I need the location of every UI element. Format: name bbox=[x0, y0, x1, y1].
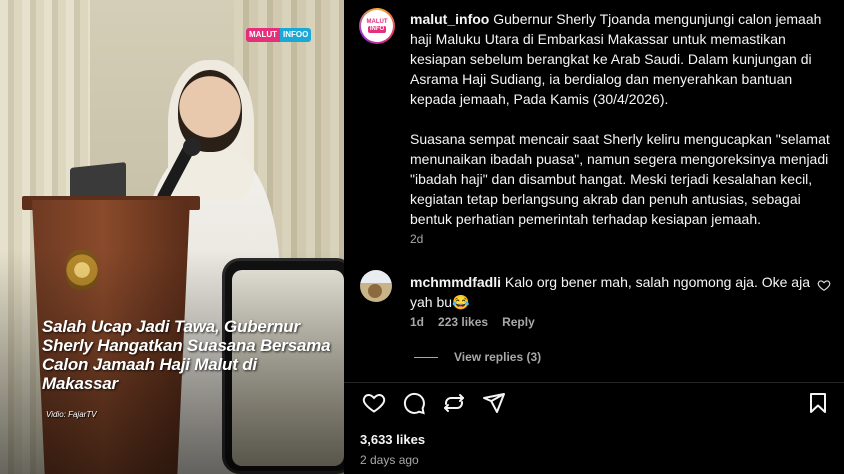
view-replies-label: View replies (3) bbox=[454, 350, 542, 364]
comment-text: mchmmdfadli Kalo org bener mah, salah ng… bbox=[410, 272, 810, 312]
bookmark-icon[interactable] bbox=[806, 391, 830, 415]
avatar-logo-bottom: INFO bbox=[367, 26, 387, 33]
heart-icon[interactable] bbox=[362, 391, 386, 415]
author-avatar[interactable]: MALUT INFO bbox=[359, 8, 395, 44]
comment-icon[interactable] bbox=[402, 391, 426, 415]
post-date[interactable]: 2 days ago bbox=[360, 453, 419, 467]
actions-divider bbox=[344, 382, 844, 383]
caption-timestamp[interactable]: 2d bbox=[410, 232, 423, 246]
post-caption: malut_infoo Gubernur Sherly Tjoanda meng… bbox=[410, 9, 830, 229]
commenter-username[interactable]: mchmmdfadli bbox=[410, 274, 501, 290]
media-credit: Vidio: FajarTV bbox=[46, 410, 97, 419]
media-headline: Salah Ucap Jadi Tawa, Gubernur Sherly Ha… bbox=[42, 317, 331, 393]
view-replies-button[interactable]: View replies (3) bbox=[414, 350, 541, 364]
watermark-part-b: INFOO bbox=[280, 28, 312, 42]
share-icon[interactable] bbox=[482, 391, 506, 415]
avatar-logo-top: MALUT bbox=[366, 19, 388, 25]
action-bar bbox=[358, 391, 832, 417]
comment-heart-icon[interactable] bbox=[817, 278, 831, 292]
microphone-head bbox=[183, 138, 201, 156]
watermark-logo: MALUT INFOO bbox=[246, 28, 312, 42]
caption-paragraph-2: Suasana sempat mencair saat Sherly kelir… bbox=[410, 131, 830, 227]
comment-meta: 1d 223 likes Reply bbox=[410, 315, 535, 329]
watermark-part-a: MALUT bbox=[246, 28, 280, 42]
author-avatar-logo: MALUT INFO bbox=[361, 10, 393, 42]
comment-likes[interactable]: 223 likes bbox=[438, 315, 488, 329]
repost-icon[interactable] bbox=[442, 391, 466, 415]
post-media[interactable]: MALUT INFOO Salah Ucap Jadi Tawa, Gubern… bbox=[0, 0, 344, 474]
comment-time[interactable]: 1d bbox=[410, 315, 424, 329]
post-likes[interactable]: 3,633 likes bbox=[360, 432, 425, 447]
comment-reply-button[interactable]: Reply bbox=[502, 315, 535, 329]
author-username[interactable]: malut_infoo bbox=[410, 11, 489, 27]
post-panel: MALUT INFO malut_infoo Gubernur Sherly T… bbox=[344, 0, 844, 474]
commenter-avatar[interactable] bbox=[360, 270, 392, 302]
replies-line bbox=[414, 356, 438, 358]
